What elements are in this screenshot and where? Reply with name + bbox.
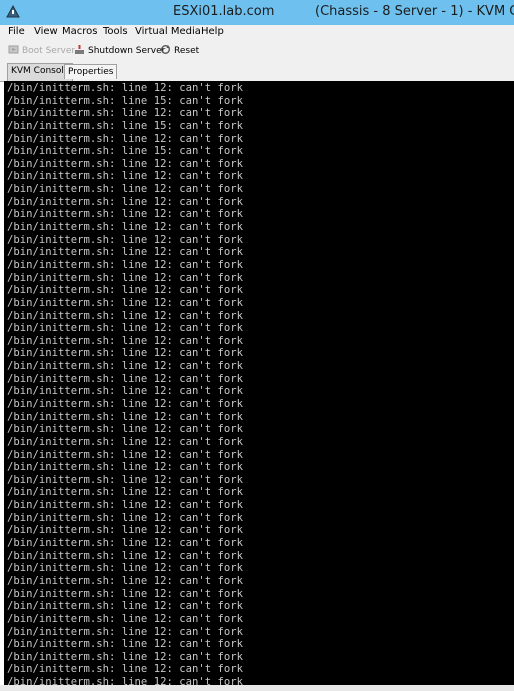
console-line: /bin/initterm.sh: line 12: can't fork <box>7 398 243 410</box>
console-line: /bin/initterm.sh: line 12: can't fork <box>7 385 243 398</box>
console-line: /bin/initterm.sh: line 12: can't fork <box>7 170 243 183</box>
console-line: /bin/initterm.sh: line 12: can't fork <box>7 221 243 234</box>
console-line: /bin/initterm.sh: line 12: can't fork <box>7 208 243 221</box>
menu-tools[interactable]: Tools <box>103 26 128 37</box>
console-line: /bin/initterm.sh: line 12: can't fork <box>7 537 243 550</box>
console-line: /bin/initterm.sh: line 12: can't fork <box>7 549 243 562</box>
console-line: /bin/initterm.sh: line 12: can't fork <box>7 132 243 145</box>
console-line: /bin/initterm.sh: line 12: can't fork <box>7 410 243 423</box>
console-line: /bin/initterm.sh: line 12: can't fork <box>7 625 243 638</box>
menu-bar: File View Macros Tools Virtual Media Hel… <box>0 25 514 41</box>
boot-server-label: Boot Server <box>22 46 76 56</box>
console-line: /bin/initterm.sh: line 12: can't fork <box>7 524 243 537</box>
console-line: /bin/initterm.sh: line 12: can't fork <box>7 195 243 208</box>
console-line: /bin/initterm.sh: line 12: can't fork <box>7 246 243 259</box>
console-line: /bin/initterm.sh: line 12: can't fork <box>7 600 243 613</box>
toolbar: Boot Server Shutdown Server Reset <box>0 41 514 60</box>
boot-server-button[interactable]: Boot Server <box>8 44 75 56</box>
console-line: /bin/initterm.sh: line 12: can't fork <box>7 587 243 600</box>
console-line: /bin/initterm.sh: line 12: can't fork <box>7 486 243 499</box>
console-line: /bin/initterm.sh: line 12: can't fork <box>7 499 243 512</box>
console-line: /bin/initterm.sh: line 12: can't fork <box>7 107 243 120</box>
console-line: /bin/initterm.sh: line 12: can't fork <box>7 574 243 587</box>
console-line: /bin/initterm.sh: line 12: can't fork <box>7 258 243 271</box>
console-line: /bin/initterm.sh: line 12: can't fork <box>7 663 243 676</box>
console-line: /bin/initterm.sh: line 12: can't fork <box>7 435 243 448</box>
console-line: /bin/initterm.sh: line 12: can't fork <box>7 461 243 474</box>
console-line: /bin/initterm.sh: line 12: can't fork <box>7 473 243 486</box>
menu-macros[interactable]: Macros <box>62 26 97 37</box>
shutdown-server-label: Shutdown Server <box>88 46 166 56</box>
reset-button[interactable]: Reset <box>160 44 199 56</box>
window-bottom-edge <box>0 685 514 691</box>
console-line: /bin/initterm.sh: line 15: can't fork <box>7 145 243 158</box>
console-line: /bin/initterm.sh: line 12: can't fork <box>7 612 243 625</box>
window-title-host: ESXi01.lab.com <box>173 4 275 19</box>
console-line: /bin/initterm.sh: line 12: can't fork <box>7 372 243 385</box>
console-line: /bin/initterm.sh: line 12: can't fork <box>7 650 243 663</box>
console-line: /bin/initterm.sh: line 12: can't fork <box>7 360 243 373</box>
tab-properties[interactable]: Properties <box>64 64 118 79</box>
kvm-console-screen[interactable]: /bin/initterm.sh: line 12: can't fork/bi… <box>4 81 514 685</box>
menu-help[interactable]: Help <box>201 26 224 37</box>
console-line: /bin/initterm.sh: line 12: can't fork <box>7 271 243 284</box>
console-line: /bin/initterm.sh: line 12: can't fork <box>7 347 243 360</box>
window-title-detail: (Chassis - 8 Server - 1) - KVM Console <box>315 4 514 19</box>
console-line: /bin/initterm.sh: line 12: can't fork <box>7 322 243 335</box>
title-bar[interactable]: ESXi01.lab.com (Chassis - 8 Server - 1) … <box>0 0 514 25</box>
console-line: /bin/initterm.sh: line 15: can't fork <box>7 119 243 132</box>
console-line: /bin/initterm.sh: line 12: can't fork <box>7 676 243 685</box>
shutdown-server-button[interactable]: Shutdown Server <box>74 44 165 56</box>
console-line: /bin/initterm.sh: line 12: can't fork <box>7 334 243 347</box>
tab-strip: KVM Console Properties <box>0 60 514 82</box>
console-line: /bin/initterm.sh: line 12: can't fork <box>7 562 243 575</box>
console-line: /bin/initterm.sh: line 12: can't fork <box>7 448 243 461</box>
console-line: /bin/initterm.sh: line 12: can't fork <box>7 284 243 297</box>
boot-server-icon <box>8 45 19 54</box>
menu-view[interactable]: View <box>34 26 58 37</box>
console-line: /bin/initterm.sh: line 12: can't fork <box>7 309 243 322</box>
menu-virtual-media[interactable]: Virtual Media <box>135 26 201 37</box>
console-line: /bin/initterm.sh: line 12: can't fork <box>7 183 243 196</box>
shutdown-server-icon <box>75 45 84 54</box>
console-line: /bin/initterm.sh: line 12: can't fork <box>7 296 243 309</box>
console-line: /bin/initterm.sh: line 12: can't fork <box>7 233 243 246</box>
window-title: ESXi01.lab.com (Chassis - 8 Server - 1) … <box>0 4 514 22</box>
reset-label: Reset <box>174 46 200 56</box>
console-line: /bin/initterm.sh: line 12: can't fork <box>7 511 243 524</box>
menu-file[interactable]: File <box>8 26 25 37</box>
console-line: /bin/initterm.sh: line 12: can't fork <box>7 638 243 651</box>
reset-icon <box>161 45 170 54</box>
console-line: /bin/initterm.sh: line 15: can't fork <box>7 94 243 107</box>
console-line: /bin/initterm.sh: line 12: can't fork <box>7 82 243 94</box>
console-line: /bin/initterm.sh: line 12: can't fork <box>7 157 243 170</box>
console-line: /bin/initterm.sh: line 12: can't fork <box>7 423 243 436</box>
